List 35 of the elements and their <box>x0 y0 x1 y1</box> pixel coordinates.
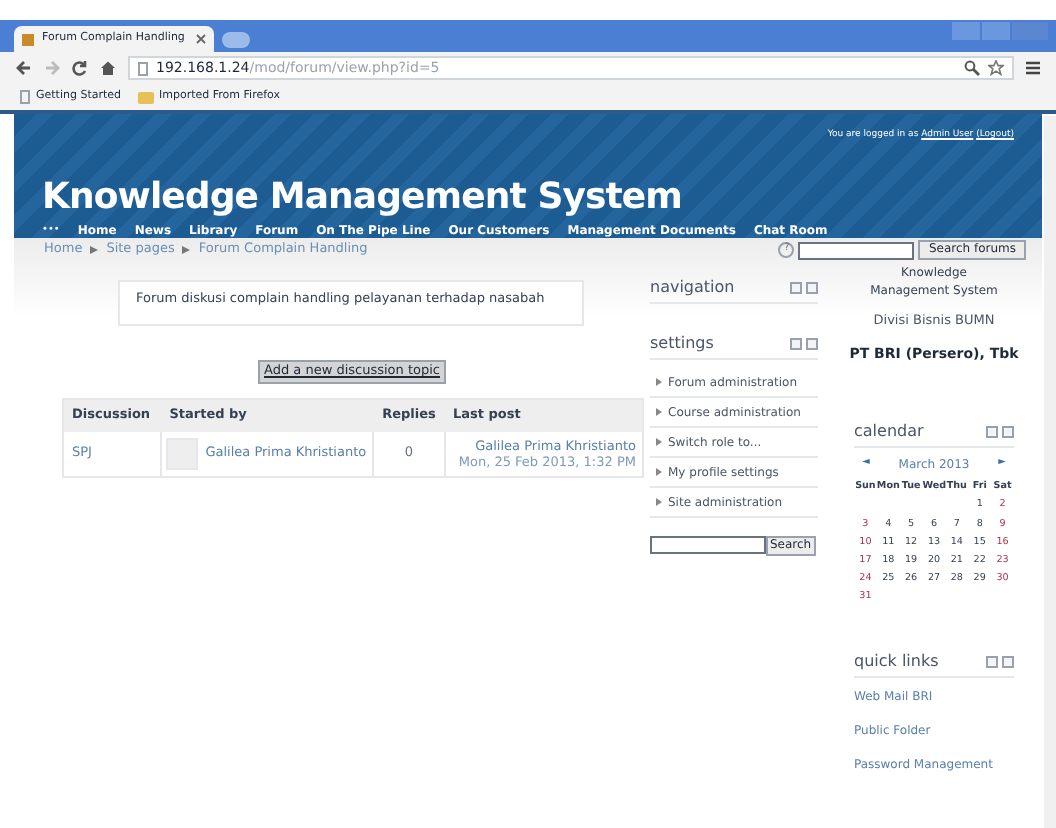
search-field[interactable] <box>650 536 766 554</box>
page-icon <box>138 61 148 75</box>
folder-icon <box>137 91 154 103</box>
hide-icon[interactable] <box>1002 655 1014 668</box>
breadcrumb-separator-icon <box>182 246 191 254</box>
hide-icon[interactable] <box>1002 426 1014 439</box>
back-icon[interactable] <box>16 60 32 76</box>
avatar-icon <box>166 438 199 470</box>
menu-icon[interactable] <box>1026 60 1040 76</box>
expand-arrow-icon <box>656 438 662 446</box>
search-field[interactable] <box>798 241 915 259</box>
hide-icon[interactable] <box>806 338 818 350</box>
block-title: calendar <box>854 420 924 445</box>
page-icon <box>20 90 30 104</box>
zoom-icon <box>964 60 980 76</box>
page-icon <box>22 33 34 45</box>
reload-icon[interactable] <box>72 60 88 76</box>
hide-icon[interactable] <box>806 282 818 294</box>
site-title: Knowledge Management System <box>42 179 684 216</box>
block-title: settings <box>650 332 714 356</box>
expand-arrow-icon <box>656 408 662 416</box>
star-icon[interactable] <box>988 60 1004 76</box>
home-icon[interactable] <box>100 60 116 76</box>
dock-icon[interactable] <box>986 426 998 439</box>
expand-arrow-icon <box>656 468 662 476</box>
expand-arrow-icon <box>656 498 662 506</box>
block-title: navigation <box>650 276 735 300</box>
expand-arrow-icon <box>656 378 662 386</box>
dock-icon[interactable] <box>790 282 802 294</box>
block-title: quick links <box>854 649 939 674</box>
dock-icon[interactable] <box>790 338 802 350</box>
dock-icon[interactable] <box>986 655 998 668</box>
breadcrumb-separator-icon <box>90 246 99 254</box>
new-tab-button[interactable] <box>222 32 250 48</box>
forward-icon[interactable] <box>44 60 60 76</box>
